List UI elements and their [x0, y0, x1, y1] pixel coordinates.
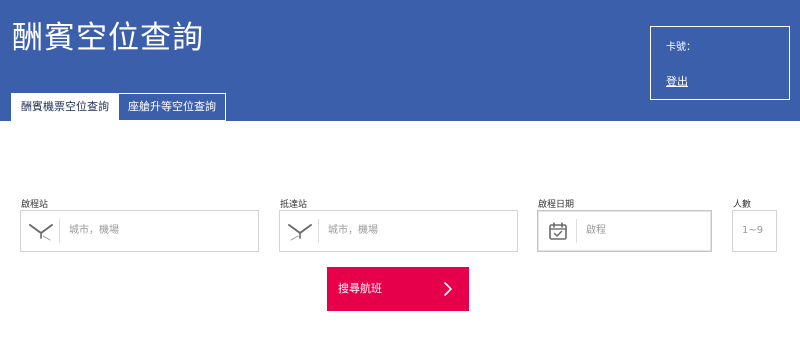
departure-plane-icon: [21, 211, 60, 251]
card-number-label: 卡號：: [666, 42, 696, 53]
destination-input[interactable]: 城市，機場: [279, 210, 518, 252]
departure-date-label: 啟程日期: [538, 200, 575, 210]
passengers-select[interactable]: 1~9: [732, 210, 777, 252]
member-panel: 卡號： 登出: [650, 26, 790, 100]
arrival-plane-icon: [280, 211, 319, 251]
destination-placeholder: 城市，機場: [328, 225, 378, 236]
passengers-placeholder: 1~9: [742, 225, 764, 236]
tab-award-ticket[interactable]: 酬賓機票空位查詢: [11, 93, 119, 121]
origin-input[interactable]: 城市，機場: [20, 210, 259, 252]
departure-date-input[interactable]: 啟程: [537, 210, 712, 252]
logout-link[interactable]: 登出: [666, 73, 688, 89]
origin-label: 啟程站: [21, 200, 49, 210]
tab-cabin-upgrade[interactable]: 座艙升等空位查詢: [118, 93, 226, 121]
calendar-check-icon: [538, 211, 577, 251]
chevron-right-icon: [443, 281, 453, 301]
search-flights-button[interactable]: 搜尋航班: [327, 267, 469, 311]
date-divider: [576, 219, 577, 243]
search-type-tabs: 酬賓機票空位查詢 座艙升等空位查詢: [11, 93, 226, 121]
destination-label: 抵達站: [280, 200, 308, 210]
origin-divider: [59, 219, 60, 243]
page-header: 酬賓空位查詢 酬賓機票空位查詢 座艙升等空位查詢 卡號： 登出: [0, 0, 800, 121]
destination-divider: [318, 219, 319, 243]
page-title: 酬賓空位查詢: [12, 20, 204, 56]
passengers-label: 人數: [733, 200, 752, 210]
search-button-label: 搜尋航班: [338, 282, 382, 295]
date-placeholder: 啟程: [586, 225, 606, 236]
origin-placeholder: 城市，機場: [69, 225, 119, 236]
